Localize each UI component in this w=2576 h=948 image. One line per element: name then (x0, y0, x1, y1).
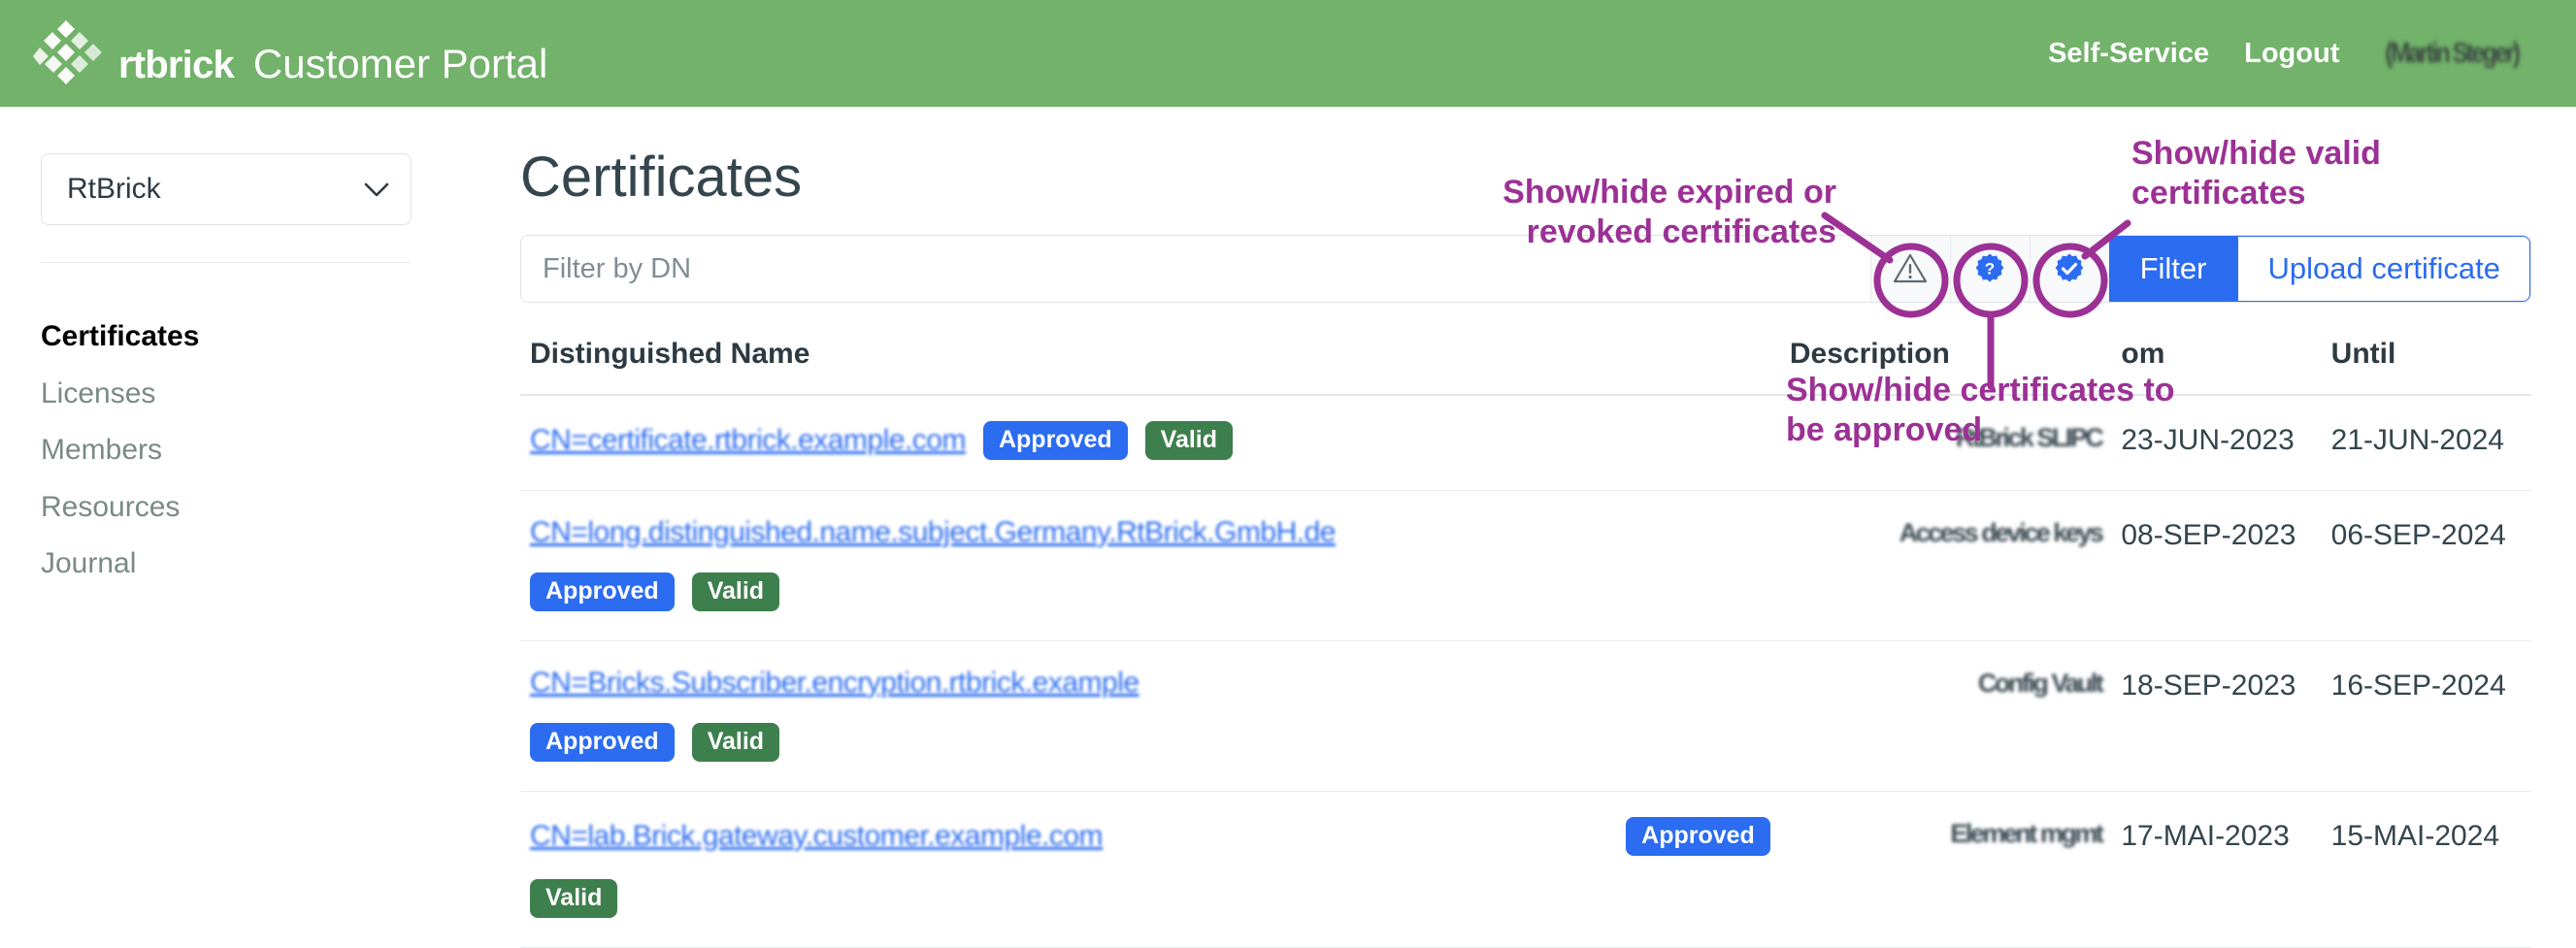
sidebar-item-journal[interactable]: Journal (41, 542, 464, 585)
cell-description: Access device keys (1779, 490, 2112, 641)
status-badge-approved: Approved (1626, 816, 1770, 856)
table-head: Distinguished Name Description om Until (520, 316, 2531, 396)
table-body: CN=certificate.rtbrick.example.com Appro… (520, 395, 2531, 948)
certificate-dn-link[interactable]: CN=certificate.rtbrick.example.com (530, 424, 966, 457)
filter-button[interactable]: Filter (2108, 236, 2238, 302)
certificate-description: Config Vault (1977, 668, 2104, 698)
status-badge-approved: Approved (530, 722, 675, 762)
sidebar-item-certificates[interactable]: Certificates (41, 315, 464, 358)
warning-triangle-icon (1893, 253, 1928, 283)
cell-dn: CN=long.distinguished.name.subject.Germa… (520, 490, 1780, 641)
cell-description: Config Vault (1779, 640, 2112, 792)
table-row[interactable]: CN=Bricks.Subscriber.encryption.rtbrick.… (520, 640, 2531, 792)
table-row[interactable]: CN=certificate.rtbrick.example.com Appro… (520, 395, 2531, 491)
column-header-description[interactable]: Description (1779, 316, 2112, 396)
status-badge-approved: Approved (982, 421, 1128, 460)
certificate-description: Access device keys (1899, 517, 2104, 547)
main-content: Certificates ? (505, 107, 2576, 948)
column-header-until[interactable]: Until (2321, 316, 2531, 396)
valid-toggle[interactable] (2029, 236, 2109, 302)
organization-selector[interactable]: RtBrick (41, 153, 412, 225)
cell-from: 23-JUN-2023 (2111, 395, 2322, 491)
sidebar: RtBrick Certificates Licenses Members Re… (0, 107, 505, 941)
certificate-description: RtBrick SLIPC (1955, 423, 2104, 452)
page-title: Certificates (520, 146, 803, 209)
cell-from: 17-MAI-2023 (2111, 791, 2322, 948)
self-service-link[interactable]: Self-Service (2048, 38, 2209, 70)
status-badge-valid: Valid (1144, 421, 1234, 460)
status-badge-valid: Valid (691, 572, 780, 611)
certificate-dn-link[interactable]: CN=long.distinguished.name.subject.Germa… (530, 516, 1336, 549)
check-badge-icon (2055, 253, 2084, 282)
rtbrick-cubes-logo-icon (33, 20, 102, 84)
brand-name: rtbrick (118, 44, 235, 86)
column-header-dn[interactable]: Distinguished Name (520, 316, 1780, 396)
question-badge-icon: ? (1975, 253, 2004, 282)
cell-dn: CN=certificate.rtbrick.example.com Appro… (520, 395, 1780, 491)
cell-until: 16-SEP-2024 (2321, 640, 2531, 792)
cell-dn: CN=lab.Brick.gateway.customer.example.co… (520, 791, 1780, 948)
svg-text:?: ? (1985, 260, 1995, 278)
to-be-approved-toggle[interactable]: ? (1949, 236, 2030, 302)
table-row[interactable]: CN=lab.Brick.gateway.customer.example.co… (520, 791, 2531, 948)
column-header-from[interactable]: om (2111, 316, 2322, 396)
cell-from: 08-SEP-2023 (2111, 490, 2322, 641)
status-badge-valid: Valid (530, 878, 618, 918)
logout-link[interactable]: Logout (2244, 38, 2339, 70)
current-user-name: (Martin Steger) (2385, 37, 2522, 69)
header-nav: Self-Service Logout (Martin Steger) (2048, 38, 2529, 70)
status-badge-approved: Approved (530, 572, 675, 611)
sidebar-item-members[interactable]: Members (41, 429, 464, 472)
expired-revoked-toggle[interactable] (1869, 236, 1950, 302)
sidebar-item-licenses[interactable]: Licenses (41, 373, 464, 415)
certificates-table: Distinguished Name Description om Until … (520, 316, 2531, 948)
filter-dn-input[interactable] (521, 236, 1870, 302)
portal-title: Customer Portal (252, 41, 548, 86)
certificate-dn-link[interactable]: CN=Bricks.Subscriber.encryption.rtbrick.… (530, 667, 1139, 700)
table-header-row: Distinguished Name Description om Until (520, 316, 2531, 396)
filter-bar: ? Filter Upload certificate (520, 235, 2531, 303)
cell-description: Element mgmt (1779, 791, 2112, 948)
cell-until: 21-JUN-2024 (2321, 395, 2531, 491)
cell-until: 15-MAI-2024 (2321, 791, 2531, 948)
chevron-down-icon (364, 182, 389, 196)
sidebar-nav: Certificates Licenses Members Resources … (41, 315, 464, 585)
sidebar-item-resources[interactable]: Resources (41, 486, 464, 529)
cell-dn: CN=Bricks.Subscriber.encryption.rtbrick.… (520, 640, 1780, 792)
cell-until: 06-SEP-2024 (2321, 490, 2531, 641)
upload-certificate-button[interactable]: Upload certificate (2237, 236, 2530, 302)
sidebar-divider (41, 262, 410, 263)
cell-from: 18-SEP-2023 (2111, 640, 2322, 792)
certificate-dn-link[interactable]: CN=lab.Brick.gateway.customer.example.co… (530, 820, 1104, 853)
certificate-description: Element mgmt (1950, 818, 2104, 848)
brand: rtbrick Customer Portal (33, 18, 547, 88)
status-toggle-group: ? (1869, 236, 2109, 302)
status-badge-valid: Valid (691, 722, 780, 762)
app-header: rtbrick Customer Portal Self-Service Log… (0, 0, 2576, 107)
cell-description: RtBrick SLIPC (1779, 395, 2112, 491)
organization-selector-value: RtBrick (67, 173, 161, 205)
table-row[interactable]: CN=long.distinguished.name.subject.Germa… (520, 490, 2531, 641)
